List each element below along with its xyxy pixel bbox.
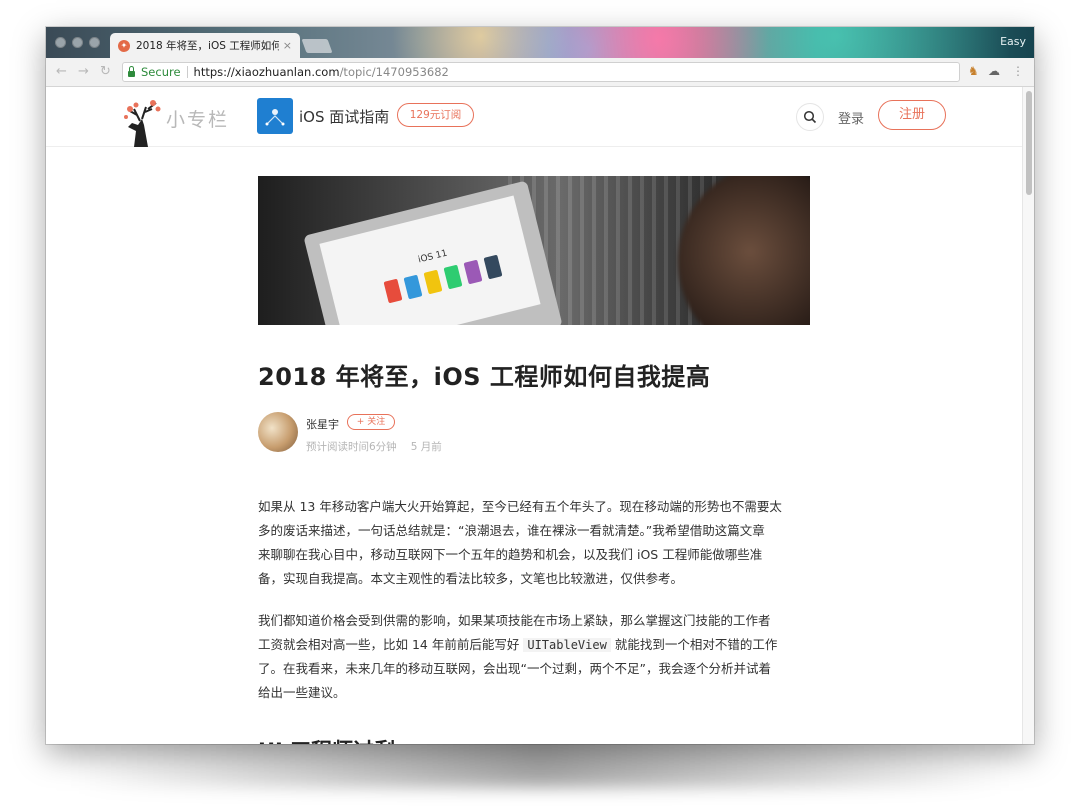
author-avatar[interactable] — [258, 412, 298, 452]
inline-code: UITableView — [523, 638, 611, 652]
paragraph-line: 给出一些建议。 — [258, 685, 346, 700]
minimize-window-button[interactable] — [72, 37, 83, 48]
browser-window: ✦ 2018 年将至，iOS 工程师如何自 × Easy ← → ↻ Secur… — [46, 27, 1034, 744]
deer-logo-icon[interactable] — [120, 97, 164, 147]
tab-title: 2018 年将至，iOS 工程师如何自 — [136, 40, 279, 52]
maximize-window-button[interactable] — [89, 37, 100, 48]
extension-fox-icon[interactable]: ♞ — [968, 64, 979, 78]
article-hero-image: iOS 11 — [258, 176, 810, 325]
close-tab-icon[interactable]: × — [283, 39, 292, 52]
secure-label: Secure — [141, 65, 181, 79]
subscribe-price-button[interactable]: 129元订阅 — [397, 103, 474, 127]
author-name[interactable]: 张星宇 — [306, 416, 339, 432]
tab-bar: ✦ 2018 年将至，iOS 工程师如何自 × Easy — [46, 27, 1034, 58]
forward-arrow-icon[interactable]: → — [78, 64, 89, 79]
page-scrollbar[interactable] — [1022, 87, 1034, 744]
browser-tab[interactable]: ✦ 2018 年将至，iOS 工程师如何自 × — [110, 33, 300, 58]
web-page: 小专栏 iOS 面试指南 129元订阅 登录 注册 iOS 11 2018 年将… — [46, 87, 1022, 744]
divider — [186, 66, 188, 78]
paragraph-line: 工资就会相对高一些，比如 14 年前前后能写好 UITableView 就能找到… — [258, 633, 810, 657]
reload-icon[interactable]: ↻ — [100, 64, 111, 79]
scrollbar-thumb[interactable] — [1026, 91, 1032, 195]
back-arrow-icon[interactable]: ← — [56, 64, 67, 79]
site-header: 小专栏 iOS 面试指南 129元订阅 登录 注册 — [46, 87, 1022, 147]
follow-button[interactable]: + 关注 — [347, 414, 395, 430]
cloud-extension-icon[interactable]: ☁ — [988, 64, 1000, 78]
address-bar[interactable]: Secure https://xiaozhuanlan.com/topic/14… — [122, 62, 960, 82]
register-button[interactable]: 注册 — [878, 100, 946, 130]
line-text: 工资就会相对高一些，比如 14 年前前后能写好 — [258, 637, 520, 652]
url-host: https://xiaozhuanlan.com — [193, 65, 340, 79]
paragraph-line: 我们都知道价格会受到供需的影响，如果某项技能在市场上紧缺，那么掌握这门技能的工作… — [258, 613, 771, 628]
login-link[interactable]: 登录 — [838, 108, 864, 127]
published-time: 5 月前 — [410, 441, 442, 453]
deer-favicon-icon: ✦ — [118, 39, 130, 52]
search-button[interactable] — [796, 103, 824, 131]
close-window-button[interactable] — [55, 37, 66, 48]
lock-icon — [128, 65, 135, 77]
read-time: 预计阅读时间6分钟 — [306, 441, 397, 453]
url-path: /topic/1470953682 — [339, 65, 449, 79]
paragraph-line: 备，实现自我提高。本文主观性的看法比较多，文笔也比较激进，仅供参考。 — [258, 571, 684, 586]
line-text: 就能找到一个相对不错的工作 — [614, 637, 778, 652]
section-heading: UI 工程师过剩 — [258, 735, 395, 744]
article-paragraph-2: 我们都知道价格会受到供需的影响，如果某项技能在市场上紧缺，那么掌握这门技能的工作… — [258, 609, 810, 705]
search-icon — [803, 110, 817, 124]
column-cover-icon[interactable] — [257, 98, 293, 134]
paragraph-line: 了。在我看来，未来几年的移动互联网，会出现“一个过剩，两个不足”，我会逐个分析并… — [258, 661, 771, 676]
more-menu-icon[interactable]: ⋮ — [1012, 64, 1024, 78]
new-tab-button[interactable] — [301, 39, 333, 53]
address-toolbar: ← → ↻ Secure https://xiaozhuanlan.com/to… — [46, 58, 1034, 87]
article-title: 2018 年将至，iOS 工程师如何自我提高 — [258, 363, 711, 391]
article-paragraph-1: 如果从 13 年移动客户端大火开始算起，至今已经有五个年头了。现在移动端的形势也… — [258, 495, 810, 591]
column-title[interactable]: iOS 面试指南 — [299, 106, 389, 127]
article-meta: 预计阅读时间6分钟 5 月前 — [306, 439, 442, 454]
profile-name[interactable]: Easy — [1000, 35, 1026, 48]
paragraph-line: 来聊聊在我心目中，移动互联网下一个五年的趋势和机会，以及我们 iOS 工程师能做… — [258, 547, 763, 562]
site-logo-text[interactable]: 小专栏 — [166, 105, 229, 132]
paragraph-line: 多的废话来描述，一句话总结就是：“浪潮退去，谁在裸泳一看就清楚。”我希望借助这篇… — [258, 523, 765, 538]
paragraph-line: 如果从 13 年移动客户端大火开始算起，至今已经有五个年头了。现在移动端的形势也… — [258, 499, 782, 514]
